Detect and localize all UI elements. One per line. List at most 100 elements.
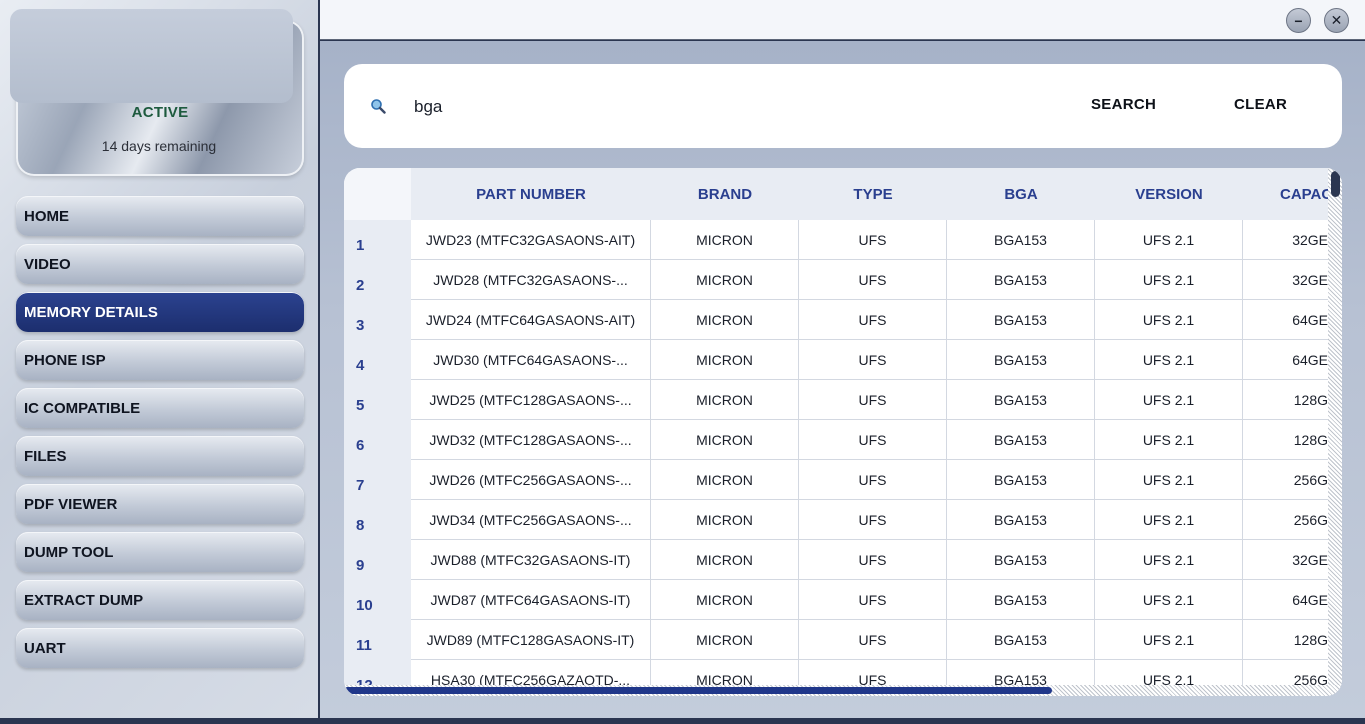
nav-home[interactable]: HOME: [16, 196, 304, 236]
cell-part-number: JWD30 (MTFC64GASAONS-...: [411, 340, 651, 380]
table-header: PART NUMBER BRAND TYPE BGA VERSION CAPAC: [344, 168, 1342, 220]
col-bga[interactable]: BGA: [947, 168, 1095, 220]
cell-version: UFS 2.1: [1095, 380, 1243, 420]
table-corner: [344, 168, 411, 220]
cell-bga: BGA153: [947, 620, 1095, 660]
close-button[interactable]: ✕: [1324, 8, 1349, 33]
cell-type: UFS: [799, 300, 947, 340]
table-body: 1 JWD23 (MTFC32GASAONS-AIT) MICRON UFS BGA15…: [344, 220, 1342, 696]
cell-brand: MICRON: [651, 500, 799, 540]
bottom-border: [0, 718, 1365, 724]
cell-version: UFS 2.1: [1095, 420, 1243, 460]
table-row[interactable]: 5 JWD25 (MTFC128GASAONS-... MICRON UFS BGA15…: [344, 380, 1342, 420]
cell-capacity: 128G: [1243, 380, 1328, 420]
nav-phone-isp[interactable]: PHONE ISP: [16, 340, 304, 380]
table-row[interactable]: 7 JWD26 (MTFC256GASAONS-... MICRON UFS BGA15…: [344, 460, 1342, 500]
cell-brand: MICRON: [651, 300, 799, 340]
cell-version: UFS 2.1: [1095, 500, 1243, 540]
row-number: 7: [344, 460, 411, 500]
search-bar: SEARCH CLEAR: [344, 64, 1342, 148]
cell-brand: MICRON: [651, 260, 799, 300]
search-button[interactable]: SEARCH: [1091, 96, 1156, 113]
cell-type: UFS: [799, 380, 947, 420]
cell-part-number: JWD23 (MTFC32GASAONS-AIT): [411, 220, 651, 260]
cell-brand: MICRON: [651, 540, 799, 580]
vertical-scroll-thumb[interactable]: [1331, 171, 1340, 197]
sidebar: ACTIVE 14 days remaining HOME VIDEO MEMO…: [0, 0, 318, 718]
cell-bga: BGA153: [947, 300, 1095, 340]
row-number: 1: [344, 220, 411, 260]
col-part-number[interactable]: PART NUMBER: [411, 168, 651, 220]
nav-pdf-viewer[interactable]: PDF VIEWER: [16, 484, 304, 524]
nav-uart[interactable]: UART: [16, 628, 304, 668]
vertical-scrollbar[interactable]: [1328, 168, 1342, 696]
nav-extract-dump[interactable]: EXTRACT DUMP: [16, 580, 304, 620]
cell-part-number: JWD88 (MTFC32GASAONS-IT): [411, 540, 651, 580]
cell-capacity: 32GE: [1243, 260, 1328, 300]
nav-dump-tool[interactable]: DUMP TOOL: [16, 532, 304, 572]
cell-bga: BGA153: [947, 460, 1095, 500]
nav-files[interactable]: FILES: [16, 436, 304, 476]
table-row[interactable]: 3 JWD24 (MTFC64GASAONS-AIT) MICRON UFS BGA15…: [344, 300, 1342, 340]
cell-capacity: 128G: [1243, 420, 1328, 460]
minimize-icon: −: [1294, 12, 1303, 29]
cell-brand: MICRON: [651, 220, 799, 260]
row-number: 9: [344, 540, 411, 580]
row-number: 5: [344, 380, 411, 420]
cell-bga: BGA153: [947, 380, 1095, 420]
cell-brand: MICRON: [651, 380, 799, 420]
cell-bga: BGA153: [947, 340, 1095, 380]
cell-version: UFS 2.1: [1095, 260, 1243, 300]
cell-capacity: 128G: [1243, 620, 1328, 660]
col-brand[interactable]: BRAND: [651, 168, 799, 220]
nav-video[interactable]: VIDEO: [16, 244, 304, 284]
minimize-button[interactable]: −: [1286, 8, 1311, 33]
cell-bga: BGA153: [947, 580, 1095, 620]
col-capacity[interactable]: CAPAC: [1243, 168, 1328, 220]
search-input[interactable]: [414, 92, 1014, 122]
cell-version: UFS 2.1: [1095, 540, 1243, 580]
cell-type: UFS: [799, 500, 947, 540]
col-version[interactable]: VERSION: [1095, 168, 1243, 220]
cell-brand: MICRON: [651, 460, 799, 500]
row-number: 8: [344, 500, 411, 540]
nav-memory-details[interactable]: MEMORY DETAILS: [16, 292, 304, 332]
table-row[interactable]: 4 JWD30 (MTFC64GASAONS-... MICRON UFS BGA153…: [344, 340, 1342, 380]
row-number: 3: [344, 300, 411, 340]
cell-brand: MICRON: [651, 340, 799, 380]
table-row[interactable]: 8 JWD34 (MTFC256GASAONS-... MICRON UFS BGA15…: [344, 500, 1342, 540]
nav-ic-compatible[interactable]: IC COMPATIBLE: [16, 388, 304, 428]
cell-type: UFS: [799, 340, 947, 380]
table-row[interactable]: 2 JWD28 (MTFC32GASAONS-... MICRON UFS BGA153…: [344, 260, 1342, 300]
cell-part-number: JWD34 (MTFC256GASAONS-...: [411, 500, 651, 540]
horizontal-scrollbar[interactable]: [344, 685, 1342, 696]
table-row[interactable]: 1 JWD23 (MTFC32GASAONS-AIT) MICRON UFS BGA15…: [344, 220, 1342, 260]
table-row[interactable]: 11 JWD89 (MTFC128GASAONS-IT) MICRON UFS BGA1…: [344, 620, 1342, 660]
memory-table: PART NUMBER BRAND TYPE BGA VERSION CAPAC…: [344, 168, 1342, 696]
clear-button[interactable]: CLEAR: [1234, 96, 1287, 113]
table-row[interactable]: 6 JWD32 (MTFC128GASAONS-... MICRON UFS BGA15…: [344, 420, 1342, 460]
cell-type: UFS: [799, 420, 947, 460]
cell-version: UFS 2.1: [1095, 460, 1243, 500]
cell-type: UFS: [799, 460, 947, 500]
cell-type: UFS: [799, 540, 947, 580]
table-row[interactable]: 9 JWD88 (MTFC32GASAONS-IT) MICRON UFS BGA153…: [344, 540, 1342, 580]
cell-part-number: JWD25 (MTFC128GASAONS-...: [411, 380, 651, 420]
cell-capacity: 256G: [1243, 460, 1328, 500]
horizontal-scroll-thumb[interactable]: [344, 687, 1052, 694]
main-content: SEARCH CLEAR PART NUMBER BRAND TYPE BGA …: [320, 41, 1365, 718]
sidebar-nav: HOME VIDEO MEMORY DETAILS PHONE ISP IC C…: [16, 196, 304, 676]
cell-version: UFS 2.1: [1095, 300, 1243, 340]
row-number: 4: [344, 340, 411, 380]
search-icon[interactable]: [370, 98, 386, 114]
cell-bga: BGA153: [947, 220, 1095, 260]
cell-part-number: JWD26 (MTFC256GASAONS-...: [411, 460, 651, 500]
row-number: 11: [344, 620, 411, 660]
cell-part-number: JWD32 (MTFC128GASAONS-...: [411, 420, 651, 460]
cell-capacity: 64GE: [1243, 340, 1328, 380]
table-row[interactable]: 10 JWD87 (MTFC64GASAONS-IT) MICRON UFS BGA15…: [344, 580, 1342, 620]
col-type[interactable]: TYPE: [799, 168, 947, 220]
cell-bga: BGA153: [947, 500, 1095, 540]
cell-part-number: JWD24 (MTFC64GASAONS-AIT): [411, 300, 651, 340]
cell-type: UFS: [799, 620, 947, 660]
